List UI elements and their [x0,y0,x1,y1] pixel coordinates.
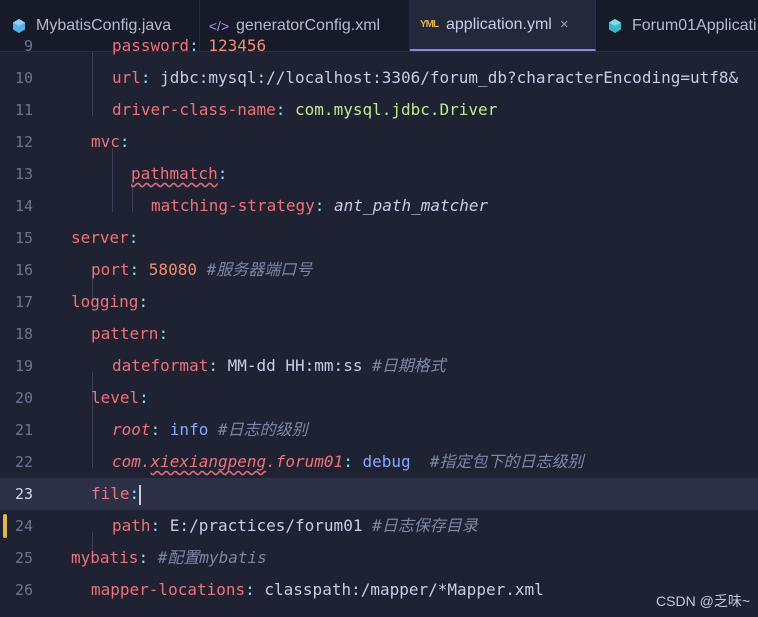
code-text: root: info #日志的级别 [112,420,308,439]
watermark: CSDN @乏味~ [656,593,750,609]
line-number: 9 [23,37,33,55]
code-text: driver-class-name: com.mysql.jdbc.Driver [112,100,498,119]
line-number: 18 [14,325,33,343]
code-line: 20 level: [0,382,758,414]
line-number: 15 [14,229,33,247]
code-line: 11 driver-class-name: com.mysql.jdbc.Dri… [0,94,758,126]
code-line: 9 password: 123456 [0,30,758,62]
code-text: mvc: [91,132,130,151]
code-line: 12 mvc: [0,126,758,158]
code-text: com.xiexiangpeng.forum01: debug #指定包下的日志… [112,452,584,471]
code-line: 14 matching-strategy: ant_path_matcher [0,190,758,222]
yaml-value: 123456 [208,36,267,55]
code-line: 17 logging: [0,286,758,318]
code-text: path: E:/practices/forum01 #日志保存目录 [112,516,478,535]
code-text: mapper-locations: classpath:/mapper/*Map… [91,580,544,599]
code-line: 13 pathmatch: [0,158,758,190]
code-line: 18 pattern: [0,318,758,350]
line-number: 21 [14,421,33,439]
code-text: logging: [71,292,149,311]
line-number: 19 [14,357,33,375]
line-number: 11 [14,101,33,119]
line-number: 14 [14,197,33,215]
code-line: 21 root: info #日志的级别 [0,414,758,446]
line-number: 23 [14,485,33,503]
code-text: url: jdbc:mysql://localhost:3306/forum_d… [112,68,739,87]
line-number: 26 [14,581,33,599]
code-text: pathmatch: [131,164,228,183]
code-text: dateformat: MM-dd HH:mm:ss #日期格式 [112,356,446,375]
code-text: mybatis: #配置mybatis [71,548,267,567]
code-text: pattern: [91,324,169,343]
line-number: 22 [14,453,33,471]
code-editor[interactable]: 9 password: 123456 10 url: jdbc:mysql://… [0,36,758,617]
yaml-key: password [112,36,190,55]
line-number: 20 [14,389,33,407]
code-text: matching-strategy: ant_path_matcher [151,196,489,215]
text-cursor [139,484,142,505]
line-number: 25 [14,549,33,567]
code-line: 26 mapper-locations: classpath:/mapper/*… [0,574,758,606]
code-line: 19 dateformat: MM-dd HH:mm:ss #日期格式 [0,350,758,382]
code-line: 22 com.xiexiangpeng.forum01: debug #指定包下… [0,446,758,478]
line-number: 10 [14,69,33,87]
code-text: password: 123456 [112,36,267,55]
code-text: server: [71,228,139,247]
code-line: 15 server: [0,222,758,254]
code-line: 16 port: 58080 #服务器端口号 [0,254,758,286]
code-line: 24 path: E:/practices/forum01 #日志保存目录 [0,510,758,542]
code-line: 25 mybatis: #配置mybatis [0,542,758,574]
line-number: 17 [14,293,33,311]
code-line-current: 23 file: [0,478,758,510]
line-number: 16 [14,261,33,279]
line-number: 12 [14,133,33,151]
code-text: file: [91,484,142,505]
code-text: level: [91,388,149,407]
code-line: 10 url: jdbc:mysql://localhost:3306/foru… [0,62,758,94]
line-number: 24 [14,517,33,535]
code-text: port: 58080 #服务器端口号 [91,260,313,279]
line-number: 13 [14,165,33,183]
